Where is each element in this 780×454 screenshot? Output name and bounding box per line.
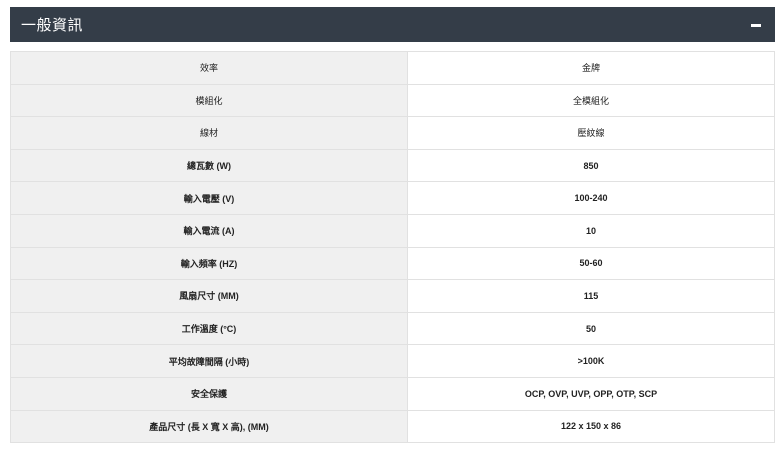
spec-value: 115	[407, 279, 775, 313]
collapse-minus-icon[interactable]	[751, 23, 761, 27]
spec-label: 產品尺寸 (長 X 寬 X 高), (MM)	[10, 409, 408, 444]
table-row: 效率 金牌	[10, 51, 775, 85]
spec-value: 50	[407, 311, 775, 346]
panel-title: 一般資訊	[21, 17, 84, 34]
spec-value: 金牌	[407, 51, 775, 85]
spec-value: 全模組化	[407, 83, 775, 118]
table-row: 安全保護 OCP, OVP, UVP, OPP, OTP, SCP	[10, 376, 775, 411]
spec-value: >100K	[407, 344, 775, 378]
table-row: 輸入電壓 (V) 100-240	[10, 181, 775, 215]
spec-value: OCP, OVP, UVP, OPP, OTP, SCP	[407, 376, 775, 411]
table-row: 工作溫度 (°C) 50	[10, 311, 775, 346]
spec-label: 輸入電壓 (V)	[10, 181, 408, 215]
table-row: 風扇尺寸 (MM) 115	[10, 279, 775, 313]
table-row: 線材 壓紋線	[10, 116, 775, 150]
spec-label: 輸入頻率 (HZ)	[10, 246, 408, 281]
table-row: 輸入電流 (A) 10	[10, 213, 775, 248]
spec-label: 輸入電流 (A)	[10, 213, 408, 248]
spec-label: 工作溫度 (°C)	[10, 311, 408, 346]
spec-label: 平均故障間隔 (小時)	[10, 344, 408, 378]
spec-table: 效率 金牌 模組化 全模組化 線材 壓紋線 總瓦數 (W) 850 輸入電壓 (…	[10, 51, 775, 444]
spec-value: 10	[407, 213, 775, 248]
spec-label: 安全保護	[10, 376, 408, 411]
spec-value: 50-60	[407, 246, 775, 281]
panel-header[interactable]: 一般資訊	[10, 7, 775, 42]
spec-label: 總瓦數 (W)	[10, 148, 408, 183]
table-row: 產品尺寸 (長 X 寬 X 高), (MM) 122 x 150 x 86	[10, 409, 775, 444]
spec-value: 122 x 150 x 86	[407, 409, 775, 444]
general-info-panel: 一般資訊 效率 金牌 模組化 全模組化 線材 壓紋線 總瓦數 (W) 850 輸…	[10, 7, 775, 444]
spec-label: 模組化	[10, 83, 408, 118]
spec-label: 線材	[10, 116, 408, 150]
table-row: 總瓦數 (W) 850	[10, 148, 775, 183]
table-row: 平均故障間隔 (小時) >100K	[10, 344, 775, 378]
spec-value: 850	[407, 148, 775, 183]
table-row: 模組化 全模組化	[10, 83, 775, 118]
spec-value: 壓紋線	[407, 116, 775, 150]
spec-label: 效率	[10, 51, 408, 85]
spec-label: 風扇尺寸 (MM)	[10, 279, 408, 313]
table-row: 輸入頻率 (HZ) 50-60	[10, 246, 775, 281]
spec-value: 100-240	[407, 181, 775, 215]
